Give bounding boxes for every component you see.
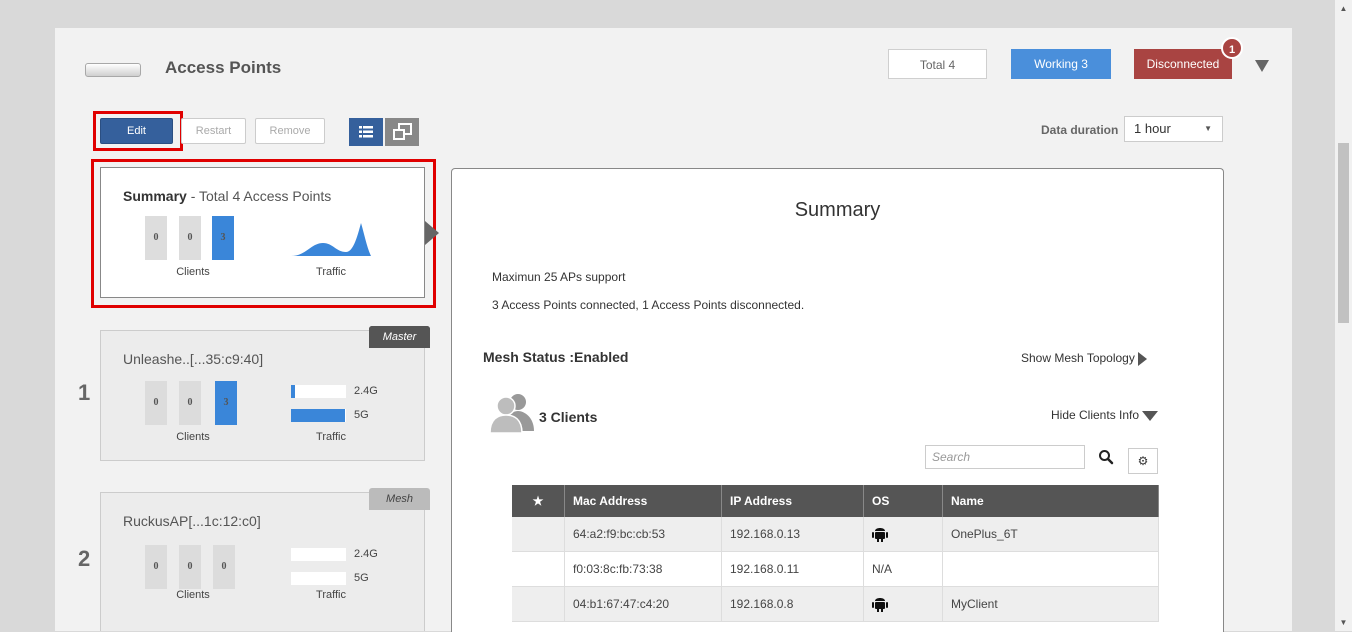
traffic-bar-2-4g (291, 385, 346, 398)
clients-label: Clients (176, 431, 210, 443)
mac-cell: f0:03:8c:fb:73:38 (564, 551, 722, 587)
column-header-ip[interactable]: IP Address (721, 485, 864, 517)
total-filter-button[interactable]: Total 4 (888, 49, 987, 79)
os-cell (863, 586, 943, 622)
table-header-row: ★ Mac Address IP Address OS Name (512, 485, 1159, 517)
mac-cell: 04:b1:67:47:c4:20 (564, 586, 722, 622)
list-view-icon (359, 126, 373, 138)
ap-card-1[interactable]: Unleashe..[...35:c9:40] 0 0 3 Clients 2.… (100, 330, 425, 461)
disconnected-filter-button[interactable]: Disconnected (1134, 49, 1232, 79)
band-label-5g: 5G (354, 409, 369, 421)
ap-index-number: 2 (78, 546, 91, 571)
column-header-mac[interactable]: Mac Address (564, 485, 722, 517)
collapse-down-icon (1142, 410, 1159, 421)
table-row[interactable]: 64:a2:f9:bc:cb:53 192.168.0.13 OnePlus_6… (512, 517, 1159, 552)
collapse-panel-icon[interactable] (1255, 60, 1269, 72)
android-icon (872, 527, 888, 542)
data-duration-value: 1 hour (1134, 121, 1171, 136)
ip-cell: 192.168.0.8 (721, 586, 864, 622)
expand-right-icon (1137, 351, 1147, 366)
show-mesh-topology-link[interactable]: Show Mesh Topology (1021, 351, 1147, 366)
mac-cell: 64:a2:f9:bc:cb:53 (564, 517, 722, 552)
summary-detail-panel: Summary Maximun 25 APs support 3 Access … (451, 168, 1224, 632)
ap-card-2[interactable]: RuckusAP[...1c:12:c0] 0 0 0 Clients 2.4G… (100, 492, 425, 631)
name-cell: MyClient (942, 586, 1159, 622)
dropdown-caret-icon: ▼ (1204, 124, 1212, 133)
client-search-input[interactable]: Search (925, 445, 1085, 469)
mesh-status-text: Mesh Status :Enabled (483, 349, 629, 365)
traffic-bar-5g (291, 409, 346, 422)
clients-label: Clients (176, 589, 210, 601)
favorite-cell[interactable] (512, 551, 565, 587)
name-cell: OnePlus_6T (942, 517, 1159, 552)
client-count-cell: 0 (145, 381, 167, 425)
ap-card-name: Unleashe..[...35:c9:40] (123, 351, 264, 367)
ip-cell: 192.168.0.11 (721, 551, 864, 587)
hide-clients-info-link[interactable]: Hide Clients Info (1051, 408, 1159, 422)
connection-info-text: 3 Access Points connected, 1 Access Poin… (492, 298, 805, 312)
traffic-bar-2-4g (291, 548, 346, 561)
os-cell: N/A (863, 551, 943, 587)
client-count-cell: 0 (145, 545, 167, 589)
summary-selected-arrow-icon (425, 221, 439, 245)
band-label-5g: 5G (354, 572, 369, 584)
star-icon: ★ (532, 494, 544, 508)
scroll-thumb[interactable] (1338, 143, 1349, 323)
ap-card-name: RuckusAP[...1c:12:c0] (123, 513, 261, 529)
gear-icon: ⚙ (1137, 454, 1149, 468)
max-support-text: Maximun 25 APs support (492, 270, 626, 284)
column-header-os[interactable]: OS (863, 485, 943, 517)
edit-highlight-box (93, 111, 183, 151)
table-row[interactable]: f0:03:8c:fb:73:38 192.168.0.11 N/A (512, 551, 1159, 587)
data-duration-label: Data duration (1041, 123, 1119, 137)
ip-cell: 192.168.0.13 (721, 517, 864, 552)
favorite-cell[interactable] (512, 586, 565, 622)
clients-table: ★ Mac Address IP Address OS Name 64:a2:f… (512, 485, 1159, 622)
working-filter-button[interactable]: Working 3 (1011, 49, 1111, 79)
tile-view-button[interactable] (385, 118, 419, 146)
client-count-cell: 0 (179, 545, 201, 589)
ap-index-number: 1 (78, 380, 91, 405)
band-label-2-4g: 2.4G (354, 548, 378, 560)
traffic-fill-2-4g (291, 385, 296, 398)
summary-highlight-box (91, 159, 436, 308)
list-view-button[interactable] (349, 118, 383, 146)
access-point-device-icon (85, 63, 141, 77)
disconnected-count-badge: 1 (1221, 37, 1243, 59)
tile-view-icon (393, 123, 412, 140)
page-title: Access Points (165, 58, 282, 77)
master-tag: Master (369, 326, 430, 348)
page-scrollbar[interactable]: ▲ ▼ (1335, 0, 1352, 631)
clients-count: 3 Clients (539, 409, 598, 425)
mesh-tag: Mesh (369, 488, 430, 510)
table-settings-button[interactable]: ⚙ (1128, 448, 1158, 474)
client-count-cell: 0 (213, 545, 235, 589)
favorite-column-header[interactable]: ★ (512, 485, 565, 517)
os-cell (863, 517, 943, 552)
restart-button[interactable]: Restart (181, 118, 246, 144)
traffic-fill-5g (291, 409, 345, 422)
data-duration-select[interactable]: 1 hour ▼ (1124, 116, 1223, 142)
hide-clients-info-label: Hide Clients Info (1051, 408, 1140, 422)
traffic-bar-5g (291, 572, 346, 585)
scroll-down-arrow-icon[interactable]: ▼ (1335, 614, 1352, 631)
detail-title: Summary (794, 199, 881, 221)
search-icon[interactable] (1098, 449, 1114, 465)
android-icon (872, 597, 888, 612)
traffic-label: Traffic (316, 431, 346, 443)
scroll-up-arrow-icon[interactable]: ▲ (1335, 0, 1352, 17)
favorite-cell[interactable] (512, 517, 565, 552)
show-mesh-topology-label: Show Mesh Topology (1021, 351, 1135, 365)
remove-button[interactable]: Remove (255, 118, 325, 144)
column-header-name[interactable]: Name (942, 485, 1159, 517)
name-cell (942, 551, 1159, 587)
client-count-cell: 0 (179, 381, 201, 425)
clients-users-icon (489, 394, 534, 433)
table-row[interactable]: 04:b1:67:47:c4:20 192.168.0.8 MyClient (512, 586, 1159, 622)
traffic-label: Traffic (316, 589, 346, 601)
client-count-cell: 3 (215, 381, 237, 425)
band-label-2-4g: 2.4G (354, 385, 378, 397)
